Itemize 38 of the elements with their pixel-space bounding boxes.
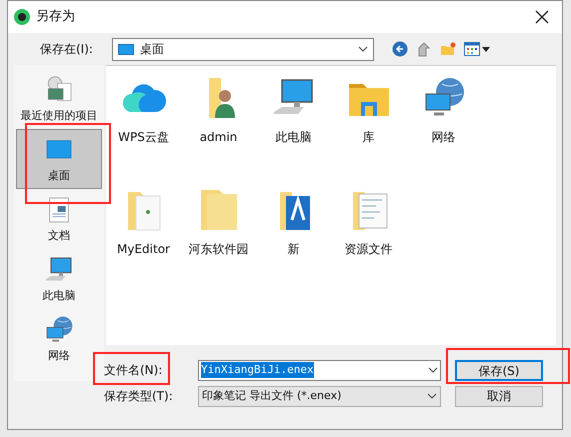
up-folder-icon[interactable] bbox=[416, 41, 432, 57]
desktop-icon bbox=[118, 44, 134, 54]
file-item[interactable]: 网络 bbox=[406, 74, 481, 146]
chevron-down-icon bbox=[428, 367, 438, 373]
window-title: 另存为 bbox=[36, 8, 75, 26]
file-type-dropdown[interactable]: 印象笔记 导出文件 (*.enex) bbox=[198, 386, 441, 406]
view-menu-button[interactable] bbox=[464, 41, 490, 57]
save-button[interactable]: 保存(S) bbox=[455, 360, 543, 380]
file-item[interactable]: WPS云盘 bbox=[106, 74, 181, 146]
file-item[interactable]: 库 bbox=[331, 74, 406, 146]
save-in-value: 桌面 bbox=[140, 41, 165, 58]
back-icon[interactable] bbox=[392, 41, 408, 57]
file-item[interactable]: 新 bbox=[256, 186, 331, 258]
file-item[interactable]: MyEditor bbox=[106, 186, 181, 258]
file-item[interactable]: 河东软件园 bbox=[181, 186, 256, 258]
view-grid-icon bbox=[464, 41, 480, 57]
file-item[interactable]: 此电脑 bbox=[256, 74, 331, 146]
chevron-down-icon bbox=[358, 46, 368, 52]
chevron-down-icon bbox=[427, 393, 437, 399]
sidebar-item[interactable]: 此电脑 bbox=[16, 249, 102, 309]
file-type-value: 印象笔记 导出文件 (*.enex) bbox=[202, 388, 342, 404]
file-name-label: 文件名(N): bbox=[104, 362, 164, 379]
sidebar-item[interactable]: 网络 bbox=[16, 309, 102, 369]
sidebar-item[interactable]: 最近使用的项目 bbox=[16, 69, 102, 129]
sidebar-item[interactable]: 桌面 bbox=[16, 129, 102, 189]
sidebar-item[interactable]: 文档 bbox=[16, 189, 102, 249]
caret-down-icon bbox=[482, 46, 490, 52]
file-item[interactable]: 资源文件 bbox=[331, 186, 406, 258]
file-name-value: YinXiangBiJi.enex bbox=[201, 362, 314, 378]
file-type-label: 保存类型(T): bbox=[104, 388, 174, 405]
save-in-dropdown[interactable]: 桌面 bbox=[112, 38, 374, 60]
close-icon bbox=[535, 10, 549, 24]
new-folder-icon[interactable] bbox=[440, 41, 456, 57]
cancel-button[interactable]: 取消 bbox=[455, 386, 543, 406]
elephant-logo-icon bbox=[14, 9, 30, 25]
file-name-field[interactable]: YinXiangBiJi.enex bbox=[198, 360, 441, 380]
file-item[interactable]: admin bbox=[181, 74, 256, 146]
save-in-label: 保存在(I): bbox=[40, 41, 94, 58]
